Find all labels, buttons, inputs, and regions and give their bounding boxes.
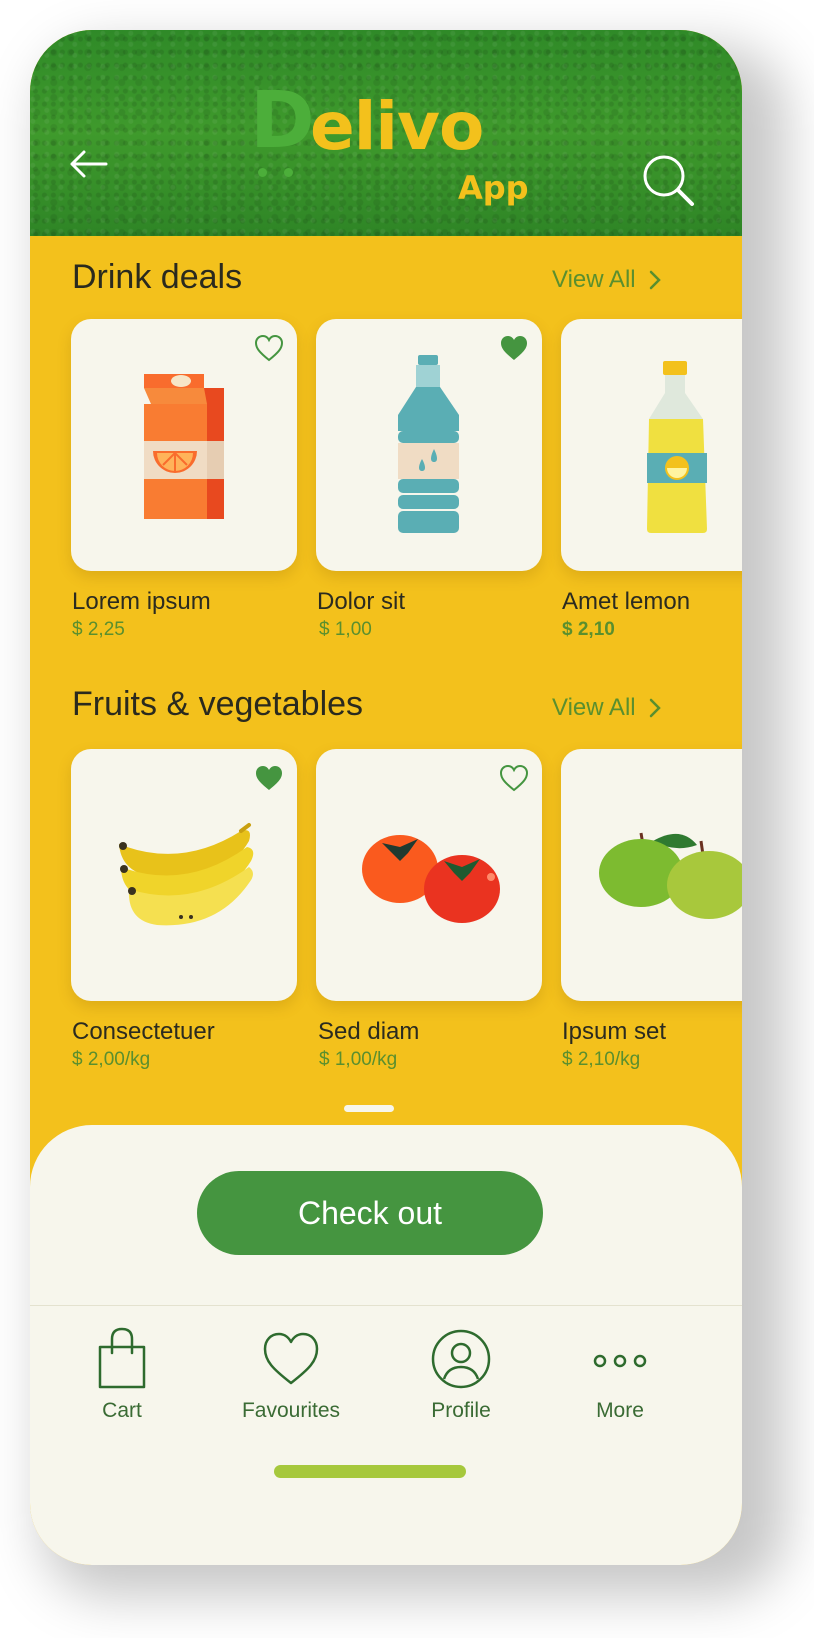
water-bottle-image: [398, 355, 459, 533]
nav-label-profile: Profile: [431, 1399, 491, 1422]
product-card-water[interactable]: [316, 319, 542, 571]
product-price: $ 1,00: [319, 619, 372, 640]
product-card-lemon-drink[interactable]: [561, 319, 742, 571]
product-name: Sed diam: [318, 1018, 420, 1045]
view-all-label: View All: [552, 266, 636, 293]
arrow-left-icon: [70, 150, 108, 178]
nav-item-more[interactable]: More: [550, 1325, 690, 1435]
nav-item-cart[interactable]: Cart: [52, 1325, 192, 1435]
product-card-tomatoes[interactable]: [316, 749, 542, 1001]
phone-frame: D elivo App Drink deals View All Lorem i…: [30, 30, 742, 1565]
search-button[interactable]: [640, 152, 698, 210]
section-title-fruits: Fruits & vegetables: [72, 685, 364, 723]
nav-label-cart: Cart: [102, 1399, 142, 1422]
nav-label-favourites: Favourites: [241, 1399, 341, 1422]
view-all-fruits-link[interactable]: View All: [552, 694, 662, 722]
shopping-bag-icon: [98, 1327, 146, 1389]
search-icon: [643, 155, 694, 206]
product-card-bananas[interactable]: [71, 749, 297, 1001]
bananas-image: [119, 823, 254, 926]
tomatoes-image: [362, 835, 500, 923]
checkout-button[interactable]: Check out: [197, 1171, 543, 1255]
nav-item-favourites[interactable]: Favourites: [221, 1325, 361, 1435]
logo-initial: D: [250, 76, 315, 166]
app-logo: D elivo App: [250, 76, 550, 204]
sheet-drag-handle[interactable]: [344, 1105, 394, 1112]
home-indicator[interactable]: [274, 1465, 466, 1478]
green-apples-image: [599, 832, 742, 919]
orange-juice-carton-image: [144, 374, 224, 519]
chevron-right-icon: [649, 698, 661, 718]
logo-text: elivo: [310, 88, 484, 165]
product-name: Ipsum set: [562, 1018, 667, 1045]
section-title-drinks: Drink deals: [72, 258, 243, 296]
heart-icon: [263, 1332, 319, 1385]
product-price: $ 2,25: [72, 619, 125, 640]
view-all-drinks-link[interactable]: View All: [552, 266, 662, 294]
more-icon: [593, 1354, 647, 1368]
cart-wheel-icon: [284, 168, 293, 177]
user-icon: [431, 1329, 491, 1389]
cart-wheel-icon: [258, 168, 267, 177]
product-price: $ 1,00/kg: [319, 1049, 398, 1070]
divider: [30, 1305, 742, 1306]
nav-label-more: More: [596, 1399, 644, 1422]
header: D elivo App: [30, 30, 742, 236]
product-card-apples[interactable]: [561, 749, 742, 1001]
lemon-drink-bottle-image: [647, 361, 707, 533]
product-price: $ 2,00/kg: [72, 1049, 151, 1070]
product-name: Lorem ipsum: [72, 588, 211, 615]
view-all-label: View All: [552, 694, 636, 721]
logo-subtitle: App: [458, 169, 529, 207]
back-button[interactable]: [66, 148, 110, 180]
product-name: Amet lemon: [562, 588, 691, 615]
product-name: Dolor sit: [317, 588, 406, 615]
chevron-right-icon: [649, 270, 661, 290]
product-card-orange-juice[interactable]: [71, 319, 297, 571]
product-price: $ 2,10/kg: [562, 1049, 641, 1070]
bottom-sheet: Check out Cart Favourites Profile More: [30, 1125, 742, 1565]
nav-item-profile[interactable]: Profile: [391, 1325, 531, 1435]
product-price: $ 2,10: [562, 619, 615, 640]
product-name: Consectetuer: [72, 1018, 215, 1045]
